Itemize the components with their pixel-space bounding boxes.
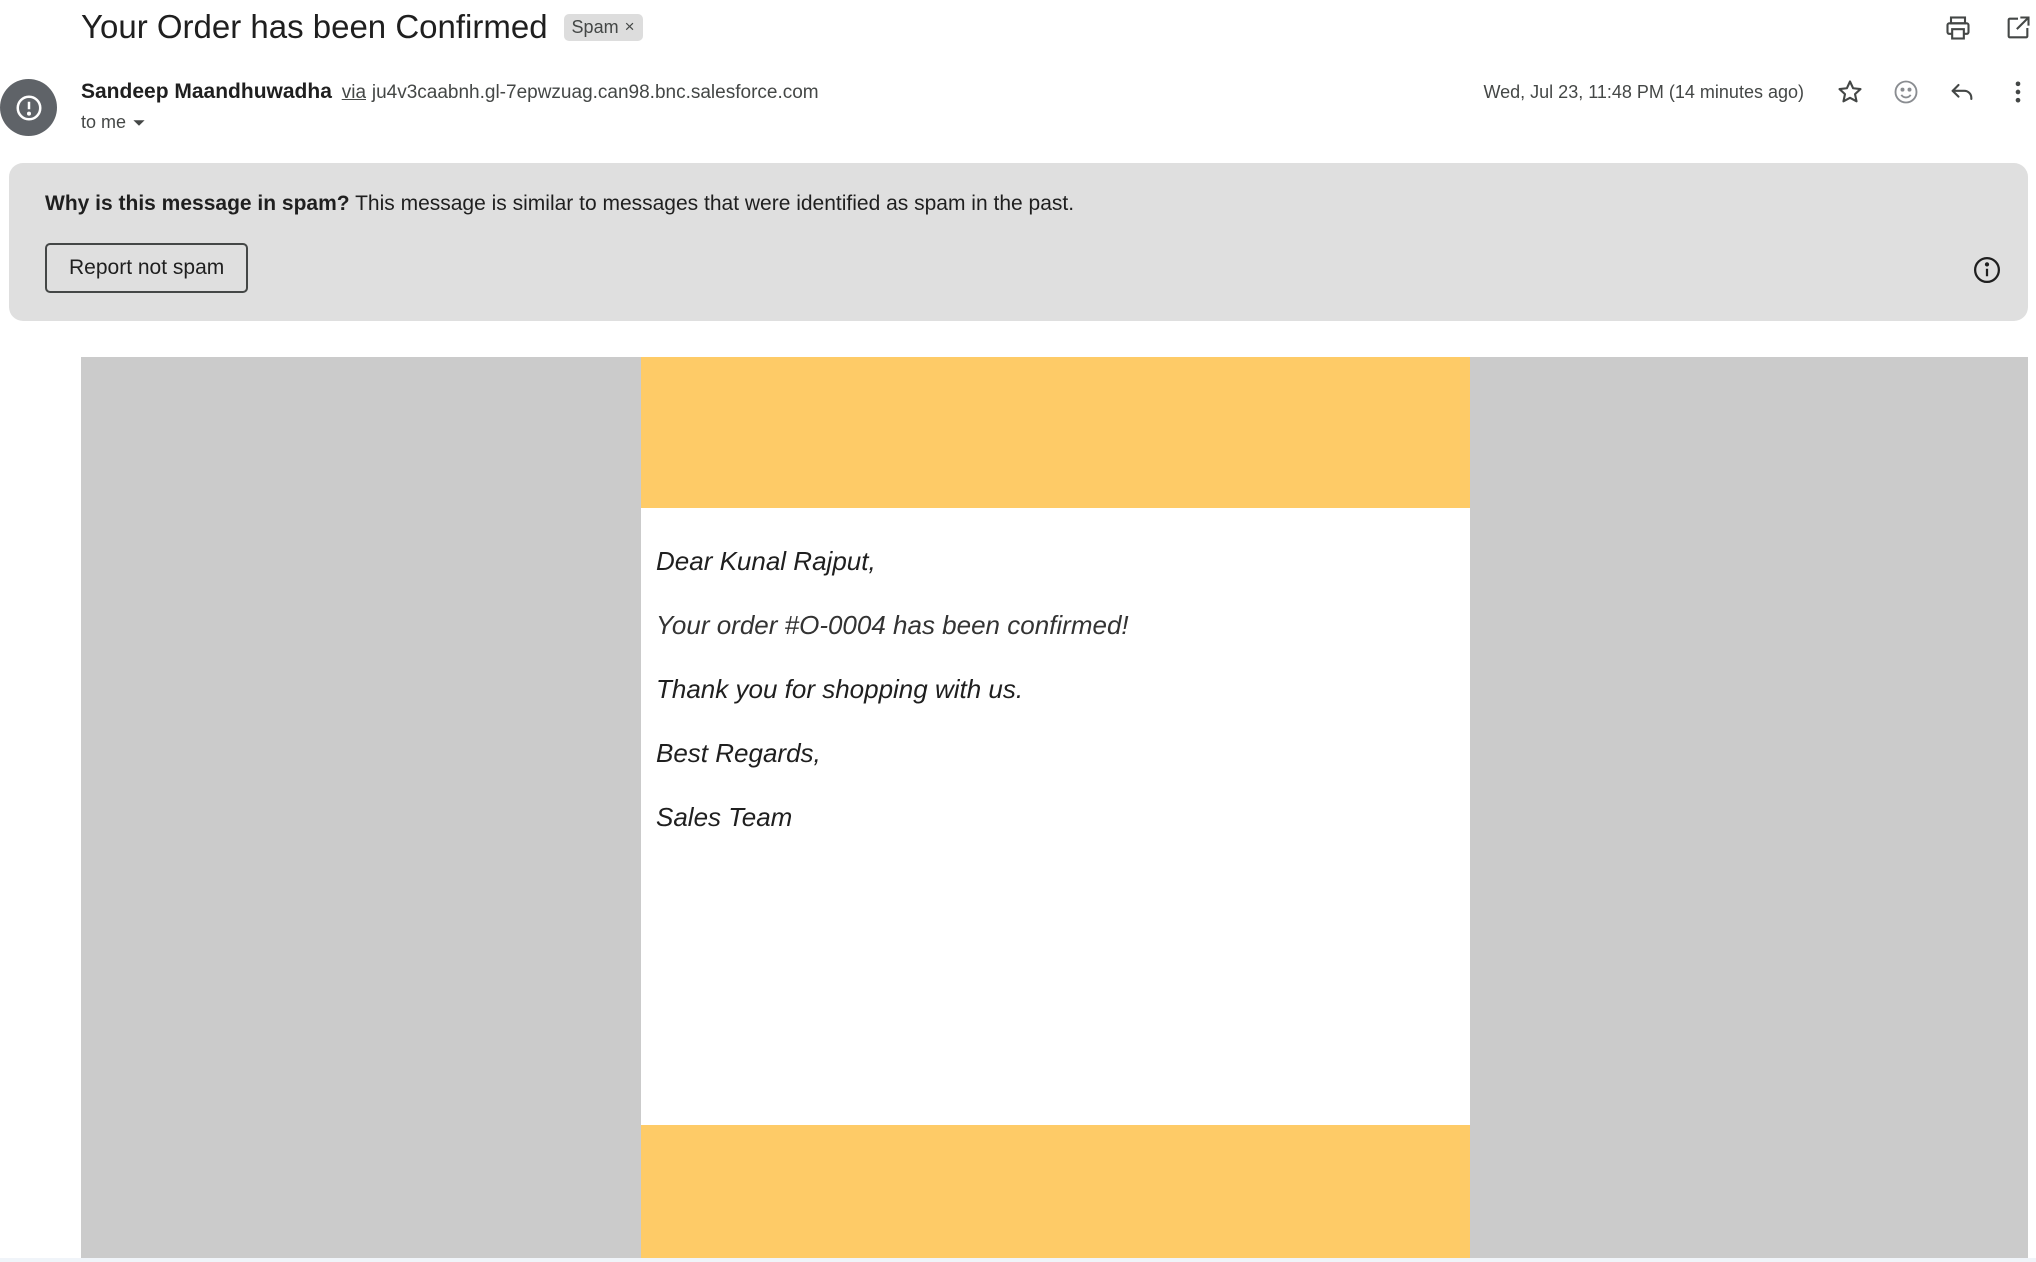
- report-not-spam-button[interactable]: Report not spam: [45, 243, 249, 293]
- subject-row: Your Order has been Confirmed Spam ×: [81, 4, 643, 50]
- sender-line: Sandeep Maandhuwadha via ju4v3caabnh.gl-…: [81, 80, 819, 104]
- email-card: Dear Kunal Rajput, Your order #O-0004 ha…: [641, 357, 1470, 1258]
- greeting: Dear Kunal Rajput,: [656, 546, 876, 576]
- remove-label-button[interactable]: ×: [625, 17, 635, 37]
- email-body-text: Dear Kunal Rajput, Your order #O-0004 ha…: [656, 547, 1129, 867]
- spam-banner-text: Why is this message in spam? This messag…: [45, 192, 1074, 216]
- spam-alert-icon: [16, 95, 41, 120]
- more-vert-icon[interactable]: [2000, 74, 2036, 110]
- header-band: [641, 357, 1470, 508]
- recipient-toggle[interactable]: to me: [81, 112, 146, 133]
- sender-name[interactable]: Sandeep Maandhuwadha: [81, 80, 332, 103]
- emoji-reaction-icon[interactable]: [1888, 74, 1924, 110]
- spam-warning-banner: Why is this message in spam? This messag…: [9, 163, 2028, 321]
- email-subject: Your Order has been Confirmed: [81, 8, 548, 45]
- caret-down-icon: [133, 119, 145, 126]
- spam-question: Why is this message in spam?: [45, 192, 350, 215]
- print-icon[interactable]: [1940, 10, 1976, 46]
- footer-band: [641, 1125, 1470, 1258]
- top-actions: [1940, 10, 2036, 46]
- open-in-new-window-icon[interactable]: [2000, 10, 2036, 46]
- sender-domain: ju4v3caabnh.gl-7epwzuag.can98.bnc.salesf…: [371, 82, 819, 103]
- thanks-line: Thank you for shopping with us.: [656, 674, 1024, 704]
- info-icon[interactable]: [1972, 255, 2002, 285]
- order-confirmation: Your order #O-0004 has been confirmed!: [656, 610, 1129, 640]
- reply-icon[interactable]: [1944, 74, 1980, 110]
- email-body-frame: Dear Kunal Rajput, Your order #O-0004 ha…: [81, 357, 2028, 1258]
- spam-explanation: This message is similar to messages that…: [355, 192, 1075, 215]
- spam-label-text: Spam: [571, 16, 619, 37]
- sender-avatar[interactable]: [0, 79, 57, 136]
- timestamp: Wed, Jul 23, 11:48 PM (14 minutes ago): [1483, 81, 1804, 102]
- regards-line: Best Regards,: [656, 738, 821, 768]
- via-link[interactable]: via: [342, 82, 366, 103]
- spam-label-chip[interactable]: Spam ×: [563, 13, 643, 41]
- signature: Sales Team: [656, 802, 793, 832]
- star-icon[interactable]: [1832, 74, 1868, 110]
- message-meta: Wed, Jul 23, 11:48 PM (14 minutes ago): [1483, 74, 2036, 110]
- recipient-text: to me: [81, 112, 127, 132]
- bottom-strip: [0, 1258, 2036, 1262]
